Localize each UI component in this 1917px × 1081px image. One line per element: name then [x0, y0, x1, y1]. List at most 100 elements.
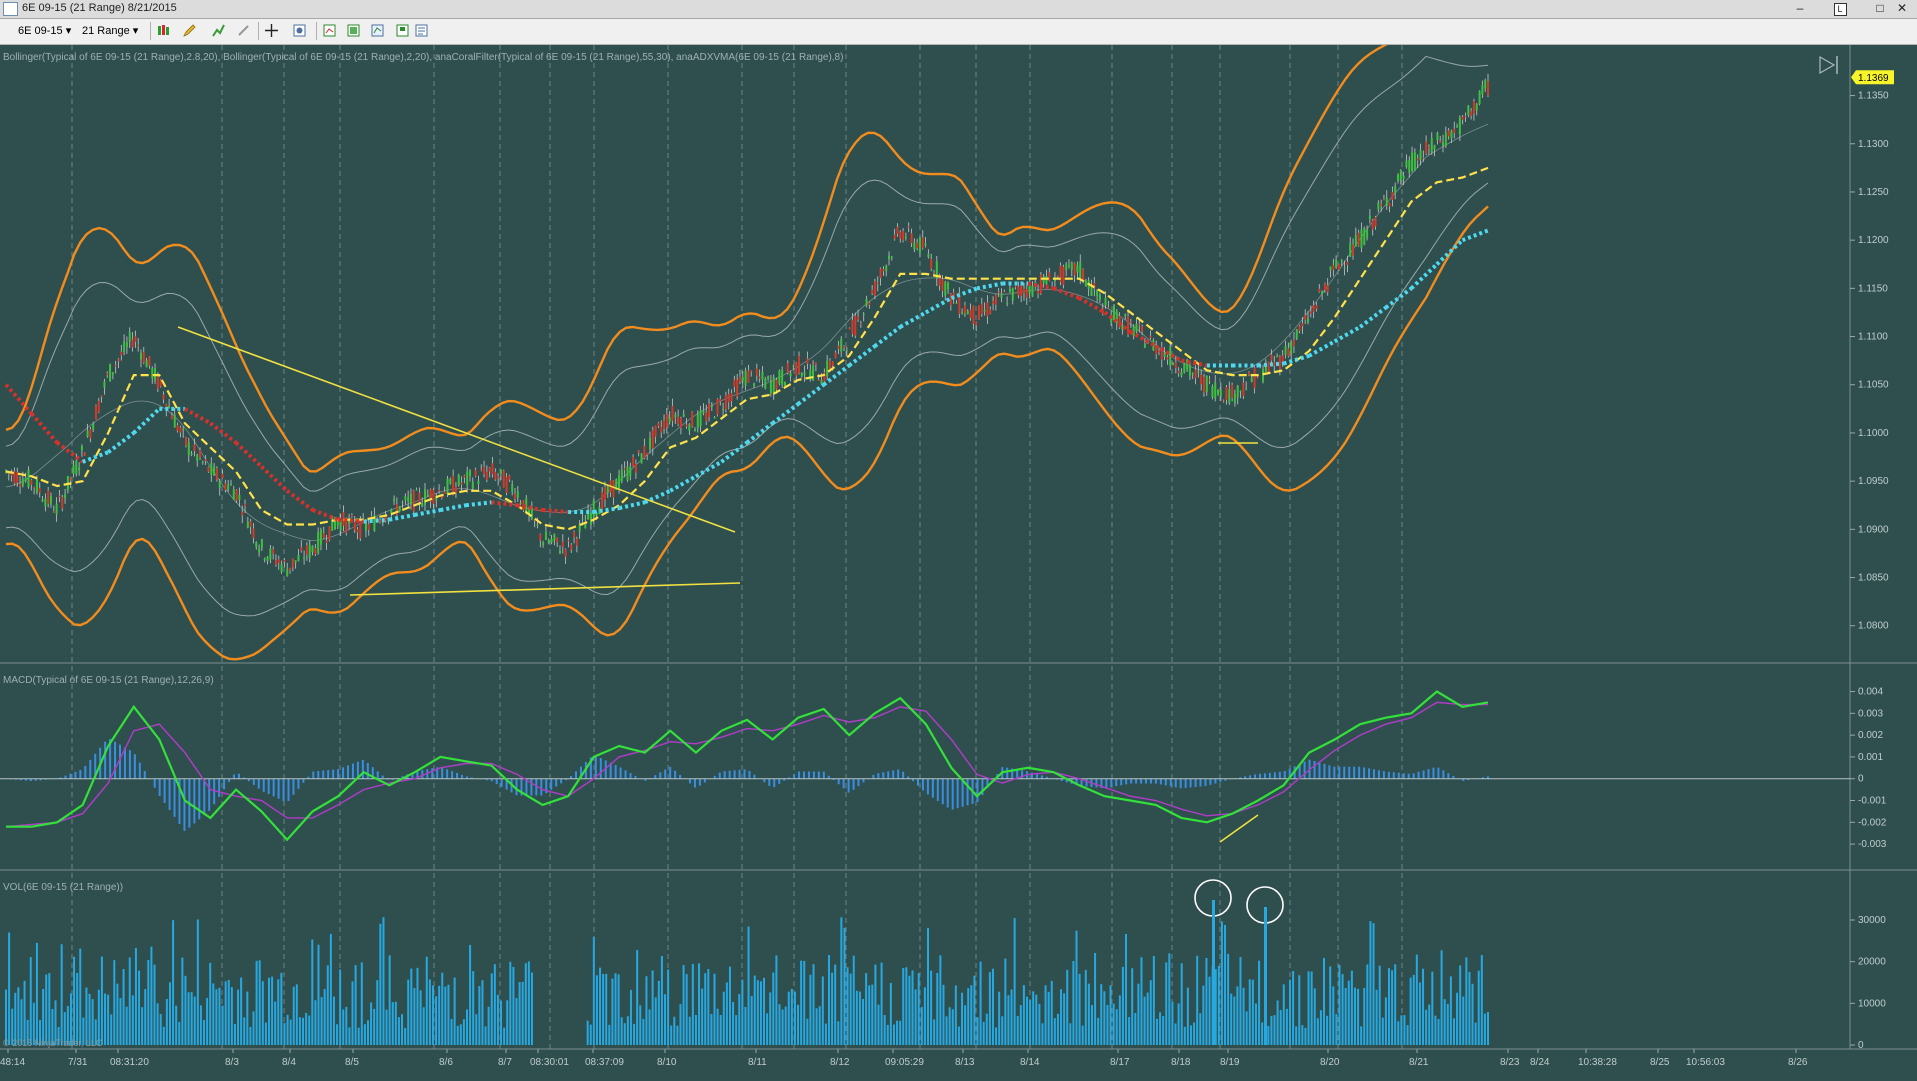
candle-body [1278, 356, 1281, 370]
candle-body [24, 477, 27, 481]
candle-body [21, 479, 24, 486]
candle-body [103, 381, 106, 388]
crosshair-icon[interactable] [264, 23, 279, 38]
period-label: 21 Range [82, 25, 130, 37]
time-axis-label: 8/10 [657, 1057, 677, 1068]
volume-bar [397, 1017, 400, 1045]
instrument-selector[interactable]: 6E 09-15 ▾ [18, 23, 71, 39]
zoom-icon[interactable] [236, 23, 251, 38]
candle-body [1385, 197, 1388, 206]
volume-bar [190, 992, 193, 1045]
save-icon[interactable] [395, 23, 410, 38]
properties-icon[interactable] [292, 23, 307, 38]
candle-body [238, 494, 241, 500]
macd-histogram-bar [1422, 770, 1425, 779]
chart-svg[interactable]: 1.1350 1.1300 1.1250 1.1200 1.1150 1.1100 1.10… [0, 14, 1917, 1076]
candle-body [789, 372, 792, 377]
candle-body [1458, 117, 1461, 135]
volume-bar [1224, 924, 1227, 1045]
candle-body [1197, 371, 1200, 373]
candle-body [1191, 373, 1194, 375]
strategy-icon[interactable] [322, 23, 337, 38]
marker-icon[interactable] [211, 23, 226, 38]
candle-body [1138, 324, 1141, 326]
candle-body [359, 518, 362, 539]
macd-histogram-bar [1338, 766, 1341, 779]
volume-bar [1186, 987, 1189, 1045]
draw-pencil-icon[interactable] [182, 23, 197, 38]
candle-body [744, 370, 747, 386]
price-axis-label: 1.1050 [1858, 380, 1889, 391]
chart-toolbar: 6E 09-15 ▾ 21 Range ▾ [0, 19, 1917, 45]
volume-bar [1212, 900, 1215, 1045]
candle-body [1270, 354, 1273, 361]
time-axis-label: 48:14 [0, 1057, 25, 1068]
volume-bar [682, 965, 685, 1045]
candle-body [1011, 288, 1014, 301]
macd-histogram-bar [624, 770, 627, 779]
volume-bar [679, 1004, 682, 1045]
candle-body [1233, 393, 1236, 404]
macd-histogram-bar [451, 771, 454, 779]
volume-bar [1103, 991, 1106, 1045]
bar-type-icon[interactable] [156, 23, 171, 38]
volume-bar [1112, 1003, 1115, 1045]
template-icon[interactable] [414, 23, 429, 38]
candle-body [505, 476, 508, 493]
candle-body [289, 567, 292, 571]
candle-body [854, 315, 857, 336]
volume-bar [1251, 979, 1254, 1045]
volume-bar [763, 977, 766, 1045]
chart-area[interactable]: 1.1350 1.1300 1.1250 1.1200 1.1150 1.1100 1.10… [0, 14, 1917, 1076]
candle-body [426, 494, 429, 497]
volume-bar [707, 968, 710, 1045]
volume-bar [732, 1001, 735, 1045]
macd-histogram-bar [941, 778, 944, 805]
macd-histogram-bar [1120, 778, 1123, 786]
volume-bar [320, 997, 323, 1045]
candle-body [1481, 85, 1484, 95]
volume-bar [360, 962, 363, 1045]
close-button[interactable]: ✕ [1888, 0, 1916, 18]
chart-trader-icon[interactable] [370, 23, 385, 38]
time-axis-label: 8/21 [1409, 1057, 1429, 1068]
volume-bar [747, 926, 750, 1045]
candle-body [634, 463, 637, 473]
candle-body [1430, 138, 1433, 153]
macd-histogram-bar [1313, 761, 1316, 779]
candle-body [516, 491, 519, 498]
volume-bar [954, 985, 957, 1045]
macd-histogram-bar [312, 771, 315, 779]
volume-bar [524, 963, 527, 1045]
candle-body [1177, 370, 1180, 374]
candle-body [1318, 288, 1321, 292]
volume-bar [162, 1026, 165, 1045]
volume-bar [694, 1015, 697, 1045]
volume-bar [1273, 1015, 1276, 1045]
volume-bar [1298, 975, 1301, 1045]
volume-bar [1220, 921, 1223, 1045]
candle-body [1405, 160, 1408, 168]
macd-histogram-bar [1407, 773, 1410, 779]
macd-histogram-bar [1373, 769, 1375, 779]
candle-body [907, 226, 910, 228]
volume-bar [1087, 983, 1090, 1045]
candle-body [640, 453, 643, 464]
price-axis-label: 1.1000 [1858, 428, 1889, 439]
restore-button[interactable]: L [1826, 0, 1854, 18]
minimize-button[interactable]: ‒ [1786, 0, 1814, 18]
macd-histogram-bar [807, 771, 810, 779]
candle-body [893, 234, 896, 240]
macd-histogram-bar [575, 771, 577, 779]
macd-histogram-bar [1323, 763, 1326, 779]
period-selector[interactable]: 21 Range ▾ [82, 23, 138, 39]
candle-body [679, 418, 682, 429]
volume-bar [295, 984, 298, 1045]
candle-body [1433, 145, 1436, 150]
macd-histogram-bar [1154, 778, 1157, 784]
candle-body [632, 457, 635, 467]
data-box-icon[interactable] [346, 23, 361, 38]
candle-body [1082, 269, 1085, 280]
candle-body [151, 368, 154, 379]
volume-bar [642, 1018, 645, 1045]
